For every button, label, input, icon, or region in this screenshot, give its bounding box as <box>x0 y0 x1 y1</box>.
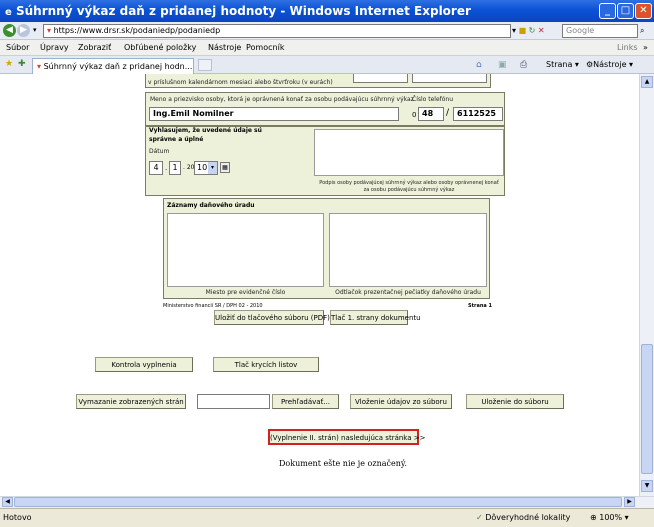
tab-bar: ★ ✚ ▾ Súhrnný výkaz daň z pridanej hodn.… <box>0 56 654 74</box>
document-status-notice: Dokument ešte nie je označený. <box>279 459 407 468</box>
contact-section: Meno a priezvisko osoby, ktorá je oprávn… <box>145 92 505 126</box>
phone-number-field[interactable]: 6112525 <box>453 107 503 121</box>
page-viewport: v príslušnom kalendárnom mesiaci alebo š… <box>0 74 639 496</box>
new-tab-button[interactable] <box>198 59 212 71</box>
signature-box[interactable] <box>314 129 504 176</box>
home-icon[interactable]: ⌂ <box>476 60 482 70</box>
top-row-box: v príslušnom kalendárnom mesiaci alebo š… <box>145 74 491 88</box>
clear-pages-button[interactable]: Vymazanie zobrazených strán <box>76 394 186 409</box>
next-page-button[interactable]: (Vyplnenie II. strán) nasledujúca stránk… <box>268 429 425 445</box>
top-row-label: v príslušnom kalendárnom mesiaci alebo š… <box>148 79 333 86</box>
page-menu[interactable]: Strana ▾ <box>546 60 579 69</box>
window-titlebar: e Súhrnný výkaz daň z pridanej hodnoty -… <box>0 0 654 22</box>
footer-ministry: Ministerstvo financií SR / DPH 02 - 2010 <box>163 303 263 309</box>
address-toolbar: ◀ ▶ ▾ ▾ https://www.drsr.sk/podaniedp/po… <box>0 22 654 40</box>
tools-menu[interactable]: ⚙Nástroje ▾ <box>586 60 633 69</box>
tax-office-section: Záznamy daňového úradu Miesto pre eviden… <box>163 198 490 299</box>
lock-icon[interactable]: ■ <box>519 26 527 35</box>
close-button[interactable]: ✕ <box>635 3 652 19</box>
window-title: Súhrnný výkaz daň z pridanej hodnoty - W… <box>15 4 471 18</box>
load-file-button[interactable]: Vloženie údajov zo súboru <box>350 394 452 409</box>
refresh-icon[interactable]: ↻ <box>529 26 536 35</box>
top-right-field[interactable] <box>412 74 487 83</box>
menu-item-oblubene[interactable]: Obľúbené položky <box>124 40 196 56</box>
ie-icon: e <box>5 7 12 18</box>
tab-label: Súhrnný výkaz daň z pridanej hodn... <box>43 62 193 71</box>
print-cover-button[interactable]: Tlač krycích listov <box>213 357 319 372</box>
calendar-icon[interactable]: ▦ <box>220 162 230 173</box>
check-button[interactable]: Kontrola vyplnenia <box>95 357 193 372</box>
browse-button[interactable]: Prehľadávať... <box>272 394 339 409</box>
save-file-button[interactable]: Uloženie do súboru <box>466 394 564 409</box>
back-icon[interactable]: ◀ <box>3 24 16 37</box>
date-month-field[interactable]: 1 <box>169 161 181 175</box>
signature-label-2: za osobu podávajúcu súhrnný výkaz <box>363 187 455 193</box>
file-path-input[interactable] <box>197 394 270 409</box>
save-pdf-button[interactable]: Uložiť do tlačového súboru (PDF) <box>214 310 330 325</box>
maximize-button[interactable]: □ <box>617 3 634 19</box>
links-label[interactable]: Links <box>617 40 638 56</box>
scroll-left-icon[interactable]: ◀ <box>2 497 13 507</box>
name-label: Meno a priezvisko osoby, ktorá je oprávn… <box>150 96 414 103</box>
menu-item-pomocnik[interactable]: Pomocník <box>246 40 284 56</box>
tab-active[interactable]: ▾ Súhrnný výkaz daň z pridanej hodn... <box>32 58 194 74</box>
status-text: Hotovo <box>3 513 32 522</box>
scroll-right-icon[interactable]: ▶ <box>624 497 635 507</box>
evidence-number-caption: Miesto pre evidenčné číslo <box>205 289 286 296</box>
tax-office-title: Záznamy daňového úradu <box>167 202 255 209</box>
signature-label-1: Podpis osoby podávajúcej súhrnný výkaz a… <box>319 180 499 186</box>
date-year-select[interactable]: 10 ▾ <box>194 161 218 175</box>
declaration-text-2: správne a úplné <box>149 136 204 143</box>
menu-item-nastroje[interactable]: Nástroje <box>208 40 241 56</box>
menu-item-zobrazit[interactable]: Zobraziť <box>78 40 111 56</box>
declaration-section: Vyhlasujem, že uvedené údaje sú správne … <box>145 126 505 196</box>
date-dot-1: . <box>165 164 168 172</box>
stamp-caption: Odtlačok prezentačnej pečiatky daňového … <box>335 289 481 296</box>
evidence-number-box <box>167 213 324 287</box>
zoom-level[interactable]: ⊕ 100% ▾ <box>590 509 629 527</box>
links-chevron-icon[interactable]: » <box>643 40 648 56</box>
footer-page: Strana 1 <box>468 303 492 309</box>
phone-area-field[interactable]: 48 <box>418 107 444 121</box>
scroll-down-icon[interactable]: ▼ <box>641 480 653 492</box>
horizontal-scroll-thumb[interactable] <box>14 497 622 507</box>
search-icon[interactable]: ⌕ <box>640 25 652 37</box>
stop-icon[interactable]: ✕ <box>538 26 545 35</box>
history-dropdown-icon[interactable]: ▾ <box>33 24 41 37</box>
zoom-icon: ⊕ <box>590 513 597 522</box>
top-amount-field[interactable] <box>353 74 408 83</box>
date-day-field[interactable]: 4 <box>149 161 163 175</box>
phone-separator: / <box>446 108 450 118</box>
security-zone[interactable]: ✓ Dôveryhodné lokality <box>476 509 570 527</box>
menu-item-upravy[interactable]: Úpravy <box>40 40 69 56</box>
phone-label: Číslo telefónu <box>412 96 454 103</box>
declaration-text-1: Vyhlasujem, že uvedené údaje sú <box>149 127 262 134</box>
address-actions: ▾ ■ ↻ ✕ <box>512 25 560 37</box>
name-field[interactable]: Ing.Emil Nomilner <box>149 107 399 121</box>
search-input[interactable]: Google <box>562 24 638 38</box>
feeds-icon[interactable]: ▣ <box>498 60 507 70</box>
stamp-box <box>329 213 487 287</box>
menu-item-subor[interactable]: Súbor <box>6 40 29 56</box>
favorites-star-icon[interactable]: ★ <box>5 59 13 69</box>
scroll-up-icon[interactable]: ▲ <box>641 76 653 88</box>
phone-prefix: 0 <box>412 111 417 119</box>
url-text: https://www.drsr.sk/podaniedp/podaniedp <box>53 26 221 35</box>
add-favorite-icon[interactable]: ✚ <box>18 59 26 69</box>
dropdown-icon[interactable]: ▾ <box>512 26 516 35</box>
address-field[interactable]: ▾ https://www.drsr.sk/podaniedp/podanied… <box>43 24 511 38</box>
status-bar: Hotovo ✓ Dôveryhodné lokality ⊕ 100% ▾ <box>0 508 654 527</box>
vertical-scrollbar[interactable]: ▲ ▼ <box>639 74 654 496</box>
vertical-scroll-thumb[interactable] <box>641 344 653 474</box>
forward-icon[interactable]: ▶ <box>17 24 30 37</box>
horizontal-scrollbar[interactable]: ◀ ▶ <box>0 496 654 508</box>
menu-bar: Súbor Úpravy Zobraziť Obľúbené položky N… <box>0 40 654 56</box>
date-label: Dátum <box>149 148 170 155</box>
print-page-button[interactable]: Tlač 1. strany dokumentu <box>330 310 421 325</box>
check-icon: ✓ <box>476 513 483 522</box>
chevron-down-icon: ▾ <box>208 162 217 174</box>
minimize-button[interactable]: _ <box>599 3 616 19</box>
date-century: . 20 <box>183 164 195 171</box>
print-icon[interactable]: ⎙ <box>520 60 527 70</box>
